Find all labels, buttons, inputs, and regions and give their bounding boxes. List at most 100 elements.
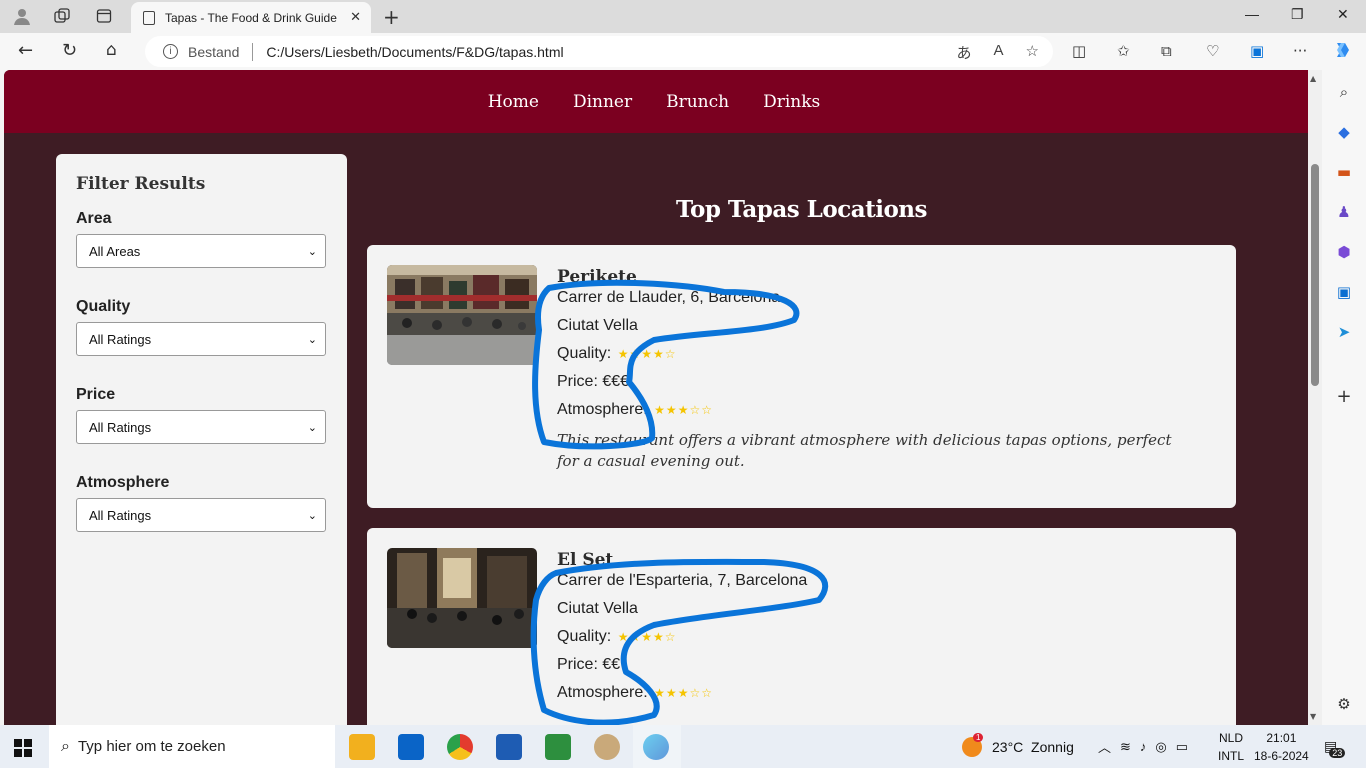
add-icon[interactable]: + <box>1334 386 1354 407</box>
wifi-icon[interactable]: ≋ <box>1120 739 1131 755</box>
browser-tab-strip: Tapas - The Food & Drink Guide ✕ + — ❐ ✕ <box>0 0 1366 33</box>
scrollbar-thumb[interactable] <box>1311 164 1319 386</box>
windows-start-icon[interactable] <box>14 739 32 757</box>
restaurant-area: Ciutat Vella <box>557 600 638 617</box>
chevron-down-icon: ⌄ <box>307 245 317 258</box>
collections-icon[interactable]: ⧉ <box>1161 42 1172 60</box>
camera-icon[interactable]: ◎ <box>1155 739 1166 755</box>
price-select-value: All Ratings <box>89 419 152 435</box>
tools-icon[interactable]: ▬ <box>1334 162 1354 182</box>
edge-bar-icon[interactable]: ▣ <box>1250 42 1264 60</box>
restaurant-card[interactable]: El Set Carrer de l'Esparteria, 7, Barcel… <box>367 528 1236 725</box>
gear-icon[interactable]: ⚙ <box>1334 694 1354 714</box>
volume-icon[interactable]: ♪ <box>1140 739 1147 754</box>
url-text[interactable]: C:/Users/Liesbeth/Documents/F&DG/tapas.h… <box>266 44 563 60</box>
restaurant-area: Ciutat Vella <box>557 317 638 334</box>
profile-icon[interactable] <box>9 5 35 27</box>
read-aloud-icon[interactable]: A <box>994 42 1004 63</box>
page-title: Top Tapas Locations <box>676 196 927 223</box>
close-window-icon[interactable]: ✕ <box>1337 6 1349 23</box>
price-select[interactable]: All Ratings ⌄ <box>76 410 326 444</box>
quality-row: Quality: ★★★★☆ <box>557 344 1217 364</box>
workspaces-icon[interactable] <box>49 5 75 27</box>
atmosphere-row: Atmosphere: ★★★☆☆ <box>557 400 1217 420</box>
split-screen-icon[interactable]: ◫ <box>1072 42 1086 60</box>
battery-icon[interactable]: ▭ <box>1176 739 1188 755</box>
notification-center[interactable]: ▤ 23 <box>1324 725 1353 768</box>
restaurant-name[interactable]: Perikete <box>557 266 1217 288</box>
games-icon[interactable]: ♟ <box>1334 202 1354 222</box>
area-select[interactable]: All Areas ⌄ <box>76 234 326 268</box>
restaurant-info: Perikete Carrer de Llauder, 6, Barcelona… <box>557 265 1217 472</box>
quality-label: Quality: <box>557 345 612 362</box>
paint-icon[interactable] <box>594 734 620 760</box>
tab-actions-icon[interactable] <box>91 5 117 27</box>
filter-quality-label: Quality <box>76 298 131 315</box>
atmosphere-stars: ★★★☆☆ <box>654 686 713 700</box>
atmosphere-select[interactable]: All Ratings ⌄ <box>76 498 326 532</box>
taskbar-search-placeholder: Typ hier om te zoeken <box>77 738 226 755</box>
nav-brunch[interactable]: Brunch <box>666 92 729 112</box>
clock-date: 18-6-2024 <box>1254 748 1309 763</box>
taskbar-search[interactable]: ⌕ Typ hier om te zoeken <box>49 725 335 768</box>
filter-atmosphere: Atmosphere All Ratings ⌄ <box>76 474 327 532</box>
browser-toolbar: ← ↻ ⌂ i Bestand C:/Users/Liesbeth/Docume… <box>0 33 1366 70</box>
search-icon[interactable]: ⌕ <box>1334 82 1354 102</box>
filter-atmosphere-label: Atmosphere <box>76 474 170 491</box>
close-tab-icon[interactable]: ✕ <box>350 9 361 25</box>
chrome-icon[interactable] <box>447 734 473 760</box>
favorites-icon[interactable]: ✩ <box>1117 42 1130 60</box>
atmosphere-label: Atmosphere: <box>557 684 648 701</box>
page-icon <box>143 10 155 25</box>
price-value: €€ <box>602 656 621 673</box>
office-icon[interactable]: ⬢ <box>1334 242 1354 262</box>
active-app-highlight <box>633 725 681 768</box>
word-icon[interactable] <box>496 734 522 760</box>
refresh-icon[interactable]: ↻ <box>62 40 77 61</box>
nav-drinks[interactable]: Drinks <box>763 92 820 112</box>
filter-panel: Filter Results Area All Areas ⌄ Quality … <box>56 154 347 725</box>
price-label: Price: <box>557 373 598 390</box>
new-tab-icon[interactable]: + <box>383 5 400 29</box>
chevron-down-icon: ⌄ <box>307 421 317 434</box>
outlook-app-icon[interactable] <box>398 734 424 760</box>
filter-area: Area All Areas ⌄ <box>76 210 327 268</box>
restore-icon[interactable]: ❐ <box>1291 6 1304 23</box>
favorite-star-icon[interactable]: ☆ <box>1026 42 1039 63</box>
restaurant-card[interactable]: Perikete Carrer de Llauder, 6, Barcelona… <box>367 245 1236 508</box>
language-indicator[interactable]: NLD INTL <box>1218 725 1244 768</box>
shopping-tag-icon[interactable]: ◆ <box>1334 122 1354 142</box>
restaurant-name[interactable]: El Set <box>557 549 1217 571</box>
quality-stars: ★★★★☆ <box>617 630 677 644</box>
back-icon[interactable]: ← <box>18 40 33 61</box>
copilot-icon[interactable] <box>1333 40 1353 64</box>
outlook-icon[interactable]: ▣ <box>1334 282 1354 302</box>
page-scrollbar[interactable]: ▲ ▼ <box>1308 70 1322 725</box>
browser-essentials-icon[interactable]: ♡ <box>1206 42 1219 60</box>
minimize-icon[interactable]: — <box>1245 6 1259 22</box>
telegram-icon[interactable]: ➤ <box>1334 322 1354 342</box>
file-explorer-icon[interactable] <box>349 734 375 760</box>
more-menu-icon[interactable]: ··· <box>1293 42 1307 60</box>
clock-time: 21:01 <box>1266 730 1297 745</box>
nav-dinner[interactable]: Dinner <box>573 92 632 112</box>
price-row: Price: €€ <box>557 655 1217 675</box>
scroll-down-icon[interactable]: ▼ <box>1310 712 1316 721</box>
search-icon: ⌕ <box>61 737 70 755</box>
weather-widget[interactable]: 1 23°C Zonnig <box>962 725 1074 768</box>
scroll-up-icon[interactable]: ▲ <box>1310 74 1316 83</box>
spreadsheet-app-icon[interactable] <box>545 734 571 760</box>
nav-home[interactable]: Home <box>488 92 539 112</box>
translate-icon[interactable]: あ <box>957 42 972 63</box>
info-icon[interactable]: i <box>163 44 178 59</box>
restaurant-photo <box>387 265 537 365</box>
chevron-up-icon[interactable]: ︿ <box>1098 737 1111 756</box>
atmosphere-row: Atmosphere: ★★★☆☆ <box>557 683 1217 703</box>
tab-active[interactable]: Tapas - The Food & Drink Guide ✕ <box>131 2 371 33</box>
address-bar[interactable]: i Bestand C:/Users/Liesbeth/Documents/F&… <box>145 36 1053 67</box>
price-row: Price: €€€ <box>557 372 1217 392</box>
quality-select[interactable]: All Ratings ⌄ <box>76 322 326 356</box>
clock[interactable]: 21:01 18-6-2024 <box>1254 725 1309 768</box>
filter-price-label: Price <box>76 386 116 403</box>
home-icon[interactable]: ⌂ <box>106 40 117 60</box>
